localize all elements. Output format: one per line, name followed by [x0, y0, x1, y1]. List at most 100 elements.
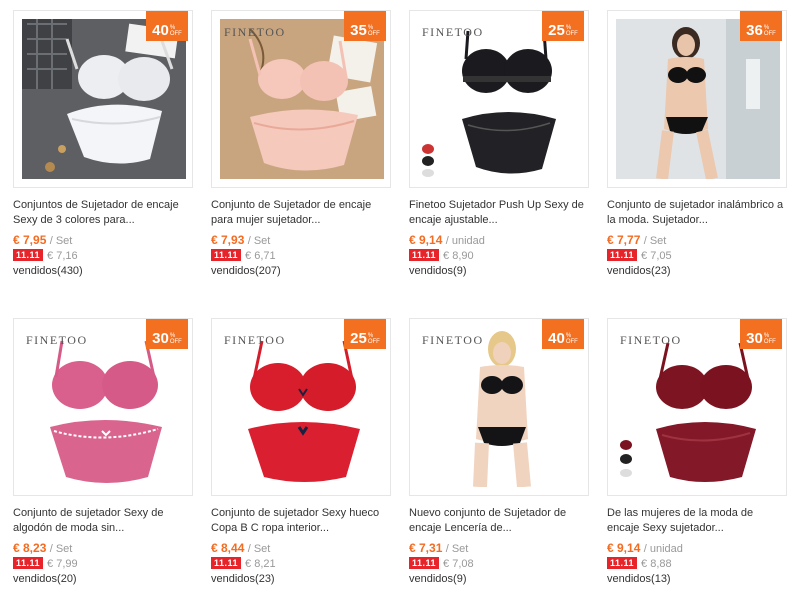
sold-count: vendidos(430) — [13, 265, 83, 277]
promo-row: 11.11 € 7,08 — [409, 557, 591, 572]
product-title[interactable]: Conjunto de sujetador inalámbrico a la m… — [607, 198, 785, 228]
promo-price: € 7,08 — [443, 558, 474, 570]
product-image[interactable]: FINETOO 40 % OFF — [409, 318, 589, 496]
discount-badge: 30 % OFF — [740, 319, 782, 349]
product-image[interactable]: FINETOO 30 % OFF — [607, 318, 787, 496]
product-card[interactable]: FINETOO 25 % OFF Conjunto de sujetador Se… — [211, 318, 393, 587]
product-card[interactable]: FINETOO 30 % OFF De las mujeres de la mod… — [607, 318, 789, 587]
product-photo — [22, 327, 186, 487]
promo-price: € 8,90 — [443, 250, 474, 262]
product-price: € 9,14 — [409, 233, 443, 247]
brand-watermark: FINETOO — [422, 333, 484, 347]
discount-badge: 25 % OFF — [542, 11, 584, 41]
brand-watermark: FINETOO — [224, 25, 286, 39]
product-card[interactable]: FINETOO 35 % OFF Conjunto de Sujetador de… — [211, 10, 393, 279]
product-title[interactable]: Conjuntos de Sujetador de encaje Sexy de… — [13, 198, 191, 228]
product-price: € 8,44 — [211, 541, 245, 555]
sold-count: vendidos(23) — [211, 573, 275, 585]
promo-row: 11.11 € 8,21 — [211, 557, 393, 572]
promo-badge: 11.11 — [409, 249, 440, 261]
price-row: € 9,14 / unidad — [409, 233, 591, 249]
product-image[interactable]: 40 % OFF — [13, 10, 193, 188]
sold-count: vendidos(13) — [607, 573, 671, 585]
brand-watermark: FINETOO — [26, 333, 88, 347]
promo-row: 11.11 € 6,71 — [211, 249, 393, 264]
product-photo — [220, 19, 384, 179]
promo-price: € 7,16 — [47, 250, 78, 262]
product-price: € 7,31 — [409, 541, 443, 555]
price-row: € 8,44 / Set — [211, 541, 393, 557]
product-photo — [418, 327, 582, 487]
product-image[interactable]: FINETOO 35 % OFF — [211, 10, 391, 188]
promo-price: € 8,88 — [641, 558, 672, 570]
price-row: € 7,77 / Set — [607, 233, 789, 249]
price-unit: / Set — [247, 235, 271, 247]
promo-row: 11.11 € 8,90 — [409, 249, 591, 264]
product-photo — [22, 19, 186, 179]
sold-count: vendidos(23) — [607, 265, 671, 277]
sold-count: vendidos(9) — [409, 573, 467, 585]
product-image[interactable]: FINETOO 25 % OFF — [409, 10, 589, 188]
product-title[interactable]: Conjunto de sujetador Sexy de algodón de… — [13, 506, 191, 536]
discount-badge: 35 % OFF — [344, 11, 386, 41]
product-photo — [220, 327, 384, 487]
promo-price: € 7,99 — [47, 558, 78, 570]
price-row: € 9,14 / unidad — [607, 541, 789, 557]
price-unit: / Set — [49, 235, 73, 247]
product-card[interactable]: 40 % OFF Conjuntos de Sujetador de encaje… — [13, 10, 195, 279]
promo-price: € 7,05 — [641, 250, 672, 262]
promo-price: € 8,21 — [245, 558, 276, 570]
promo-badge: 11.11 — [211, 249, 242, 261]
product-card[interactable]: 36 % OFF Conjunto de sujetador inalámbric… — [607, 10, 789, 279]
promo-badge: 11.11 — [607, 557, 638, 569]
sold-count: vendidos(207) — [211, 265, 281, 277]
sold-count: vendidos(9) — [409, 265, 467, 277]
promo-badge: 11.11 — [13, 249, 44, 261]
promo-badge: 11.11 — [211, 557, 242, 569]
product-title[interactable]: Nuevo conjunto de Sujetador de encaje Le… — [409, 506, 587, 536]
promo-badge: 11.11 — [13, 557, 44, 569]
product-photo — [616, 327, 780, 487]
price-unit: / Set — [643, 235, 667, 247]
product-photo — [616, 19, 780, 179]
promo-row: 11.11 € 7,16 — [13, 249, 195, 264]
discount-badge: 36 % OFF — [740, 11, 782, 41]
product-price: € 8,23 — [13, 541, 47, 555]
price-unit: / Set — [445, 543, 469, 555]
price-unit: / Set — [247, 543, 271, 555]
price-row: € 7,95 / Set — [13, 233, 195, 249]
product-price: € 9,14 — [607, 541, 641, 555]
price-unit: / unidad — [643, 543, 683, 555]
promo-row: 11.11 € 8,88 — [607, 557, 789, 572]
brand-watermark: FINETOO — [620, 333, 682, 347]
product-card[interactable]: FINETOO 30 % OFF Conjunto de sujetador Se… — [13, 318, 195, 587]
discount-badge: 25 % OFF — [344, 319, 386, 349]
product-title[interactable]: Conjunto de Sujetador de encaje para muj… — [211, 198, 389, 228]
promo-price: € 6,71 — [245, 250, 276, 262]
brand-watermark: FINETOO — [422, 25, 484, 39]
brand-watermark: FINETOO — [224, 333, 286, 347]
promo-badge: 11.11 — [607, 249, 638, 261]
price-unit: / Set — [49, 543, 73, 555]
product-image[interactable]: FINETOO 25 % OFF — [211, 318, 391, 496]
product-card[interactable]: FINETOO 25 % OFF Finetoo Sujetador Push U… — [409, 10, 591, 279]
product-title[interactable]: Finetoo Sujetador Push Up Sexy de encaje… — [409, 198, 587, 228]
price-row: € 7,31 / Set — [409, 541, 591, 557]
product-price: € 7,95 — [13, 233, 47, 247]
promo-badge: 11.11 — [409, 557, 440, 569]
discount-badge: 40 % OFF — [542, 319, 584, 349]
product-card[interactable]: FINETOO 40 % OFF Nuevo conjunto de Sujeta… — [409, 318, 591, 587]
product-title[interactable]: Conjunto de sujetador Sexy hueco Copa B … — [211, 506, 389, 536]
product-image[interactable]: 36 % OFF — [607, 10, 787, 188]
product-photo — [418, 19, 582, 179]
product-price: € 7,93 — [211, 233, 245, 247]
discount-badge: 30 % OFF — [146, 319, 188, 349]
product-title[interactable]: De las mujeres de la moda de encaje Sexy… — [607, 506, 785, 536]
product-grid: 40 % OFF Conjuntos de Sujetador de encaje… — [0, 0, 800, 598]
promo-row: 11.11 € 7,05 — [607, 249, 789, 264]
price-unit: / unidad — [445, 235, 485, 247]
product-image[interactable]: FINETOO 30 % OFF — [13, 318, 193, 496]
price-row: € 7,93 / Set — [211, 233, 393, 249]
product-price: € 7,77 — [607, 233, 641, 247]
discount-badge: 40 % OFF — [146, 11, 188, 41]
